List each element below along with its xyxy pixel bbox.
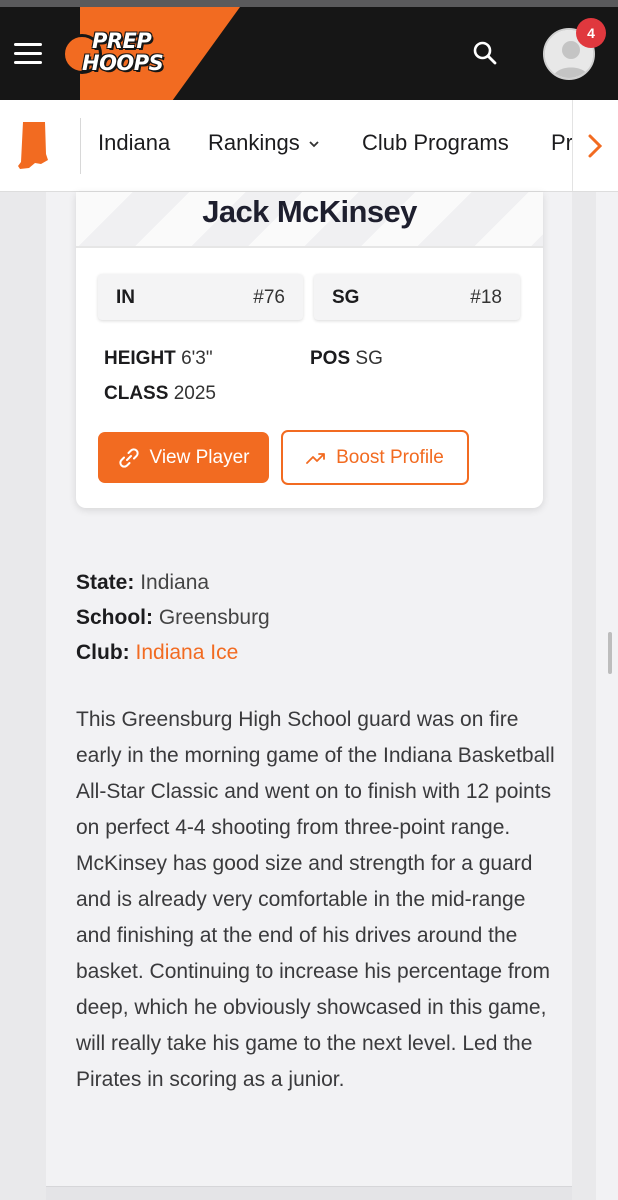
class-value: 2025 [173, 383, 216, 404]
chevron-right-icon [588, 134, 603, 158]
pos-label: POS [310, 348, 351, 369]
position-code: SG [332, 287, 360, 308]
view-player-button[interactable]: View Player [98, 432, 269, 483]
player-card: Jack McKinsey IN #76 SG #18 HEIGHT 6'3" … [76, 192, 543, 508]
logo-word-1: PREP [92, 29, 152, 53]
position-rank: #18 [470, 287, 502, 308]
logo-word-2: HOOPS [82, 51, 164, 75]
player-name: Jack McKinsey [202, 194, 417, 229]
detail-school: School: Greensburg [76, 606, 270, 630]
height-value: 6'3" [181, 348, 213, 369]
nav-item-rankings-label: Rankings [208, 130, 300, 155]
boost-profile-button[interactable]: Boost Profile [281, 430, 469, 485]
state-rank-box: IN #76 [98, 274, 303, 320]
view-player-label: View Player [149, 446, 250, 468]
detail-state-label: State: [76, 571, 135, 594]
detail-state: State: Indiana [76, 571, 209, 595]
boost-profile-label: Boost Profile [336, 446, 444, 468]
pos-value: SG [355, 348, 383, 369]
detail-school-label: School: [76, 606, 153, 629]
link-icon [118, 447, 139, 468]
nav-divider [80, 118, 81, 174]
class-label: CLASS [104, 383, 169, 404]
site-header: PREP HOOPS 4 [0, 0, 618, 100]
prep-hoops-logo[interactable]: PREP HOOPS [62, 28, 177, 80]
position-rank-box: SG #18 [314, 274, 520, 320]
nav-item-club-programs[interactable]: Club Programs [362, 130, 509, 156]
height-label: HEIGHT [104, 348, 176, 369]
state-nav: Indiana Rankings Club Programs Pr [0, 100, 618, 192]
pos-attribute: POS SG [310, 348, 383, 370]
status-strip [0, 0, 618, 7]
notification-badge: 4 [576, 18, 606, 48]
detail-school-value: Greensburg [158, 606, 270, 629]
player-bio: This Greensburg High School guard was on… [76, 708, 555, 1091]
indiana-state-icon [18, 122, 48, 169]
state-rank: #76 [253, 287, 285, 308]
page-scroll-track [596, 192, 618, 1200]
nav-item-indiana[interactable]: Indiana [98, 130, 170, 156]
chevron-down-icon [309, 141, 319, 148]
class-attribute: CLASS 2025 [104, 383, 216, 405]
detail-club: Club: Indiana Ice [76, 641, 238, 665]
trending-up-icon [306, 452, 326, 464]
height-attribute: HEIGHT 6'3" [104, 348, 213, 370]
nav-item-rankings[interactable]: Rankings [208, 130, 320, 156]
detail-state-value: Indiana [140, 571, 210, 594]
menu-icon[interactable] [14, 40, 44, 66]
search-icon[interactable] [472, 40, 498, 66]
player-card-header: Jack McKinsey [76, 192, 543, 248]
detail-club-label: Club: [76, 641, 130, 664]
state-code: IN [116, 287, 135, 308]
next-card-edge [46, 1186, 572, 1200]
club-link[interactable]: Indiana Ice [136, 641, 239, 664]
nav-item-partial[interactable]: Pr [551, 130, 573, 156]
page-scrollbar[interactable] [608, 632, 612, 674]
nav-scroll-right-button[interactable] [572, 100, 618, 191]
